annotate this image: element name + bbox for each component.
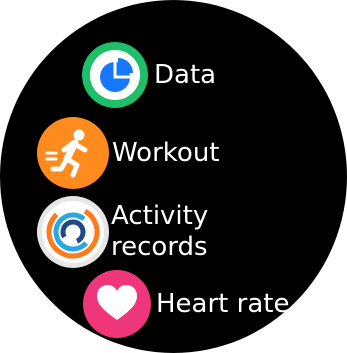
menu-item-label: Heart rate xyxy=(156,289,290,319)
running-person-icon xyxy=(37,117,109,189)
watch-screen: Data Workout Activity records Heart rate xyxy=(0,0,347,353)
menu-item-label: Activity records xyxy=(111,201,209,262)
pie-chart-icon xyxy=(82,42,148,108)
menu-item-label: Data xyxy=(154,60,217,90)
menu-item-workout[interactable]: Workout xyxy=(37,117,220,189)
menu-item-data[interactable]: Data xyxy=(82,42,216,108)
menu-item-label: Workout xyxy=(112,138,220,168)
heart-icon xyxy=(83,270,151,338)
activity-rings-icon xyxy=(37,196,109,268)
menu-item-activity-records[interactable]: Activity records xyxy=(37,196,221,268)
menu-item-heart-rate[interactable]: Heart rate xyxy=(83,270,289,338)
